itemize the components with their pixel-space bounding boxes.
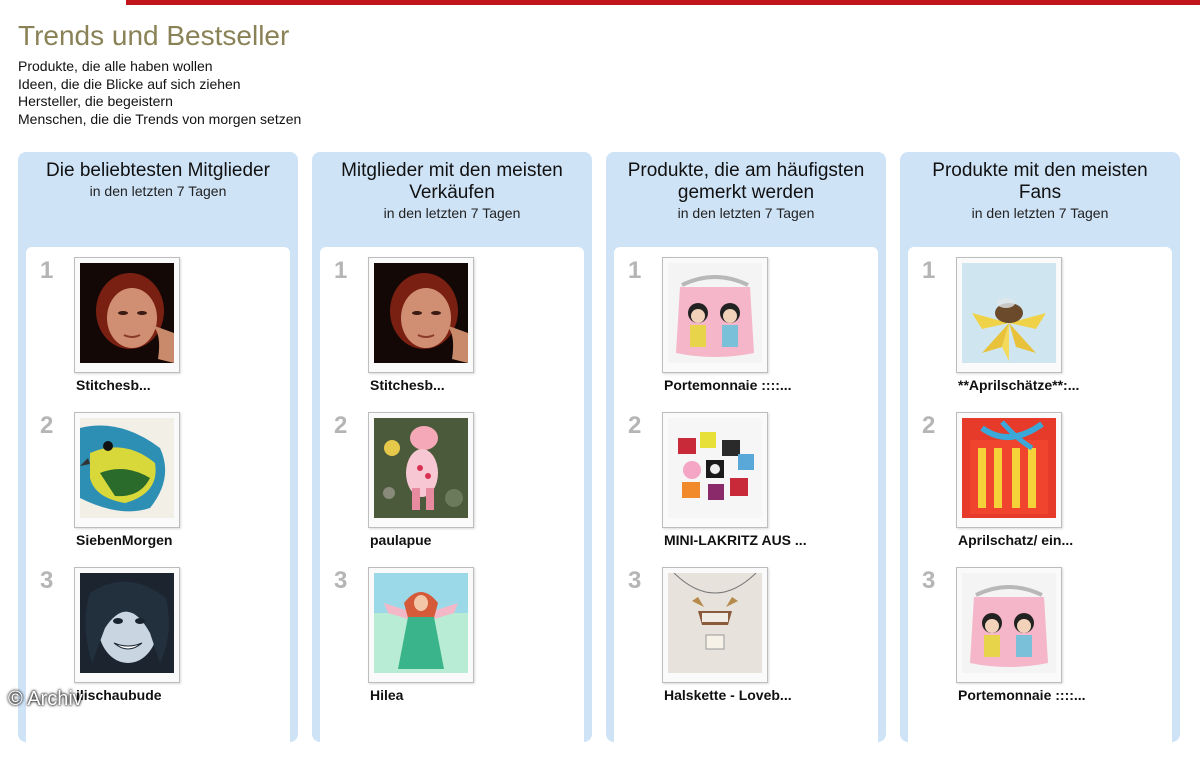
column-header: Produkte, die am häufigsten gemerkt werd… [606, 152, 886, 222]
list-item: 3 Portemonnaie ::::... [908, 557, 1172, 712]
list-item: 2 SiebenMorgen [26, 402, 290, 557]
product-thumbnail[interactable] [662, 257, 768, 373]
column-most-fans: Produkte mit den meisten Fans in den let… [900, 152, 1180, 767]
product-thumbnail[interactable] [662, 567, 768, 683]
member-avatar-thumbnail[interactable] [74, 412, 180, 528]
member-name-link[interactable]: Hilea [370, 687, 403, 703]
portrait-image [80, 573, 174, 673]
column-header: Produkte mit den meisten Fans in den let… [900, 152, 1180, 222]
tagline: Hersteller, die begeistern [18, 93, 173, 109]
column-list: 1 Stitchesb... 2 [320, 247, 584, 767]
member-avatar-thumbnail[interactable] [74, 257, 180, 373]
product-thumbnail[interactable] [956, 257, 1062, 373]
list-item: 1 **Aprilschätze**:... [908, 247, 1172, 402]
column-title: Produkte, die am häufigsten gemerkt werd… [627, 160, 865, 203]
rank-number: 3 [334, 567, 348, 594]
top-accent-bar [0, 0, 1200, 5]
rank-number: 1 [40, 257, 54, 284]
column-subtitle: in den letzten 7 Tagen [89, 183, 227, 199]
product-name-link[interactable]: MINI-LAKRITZ AUS ... [664, 532, 807, 548]
column-subtitle: in den letzten 7 Tagen [383, 205, 521, 221]
column-subtitle: in den letzten 7 Tagen [971, 205, 1109, 221]
list-item: 1 Stitchesb... [26, 247, 290, 402]
column-subtitle: in den letzten 7 Tagen [677, 205, 815, 221]
column-title: Produkte mit den meisten Fans [932, 160, 1148, 203]
product-thumbnail[interactable] [956, 412, 1062, 528]
tagline: Menschen, die die Trends von morgen setz… [18, 110, 302, 127]
portrait-image [80, 263, 174, 363]
rank-number: 1 [628, 257, 642, 284]
member-avatar-thumbnail[interactable] [368, 412, 474, 528]
necklace-image [668, 573, 762, 673]
column-title: Die beliebtesten Mitglieder [46, 160, 270, 181]
rank-number: 3 [628, 567, 642, 594]
portrait-image [374, 263, 468, 363]
purse-image [668, 263, 762, 363]
copyright-watermark: © Archiv [8, 688, 83, 710]
column-title: Mitglieder mit den meisten Verkäufen [341, 160, 563, 203]
list-item: 3 Hilea [320, 557, 584, 712]
rank-number: 2 [40, 412, 54, 439]
page-title: Trends und Bestseller [18, 20, 290, 51]
member-avatar-thumbnail[interactable] [368, 567, 474, 683]
product-name-link[interactable]: Aprilschatz/ ein... [958, 532, 1073, 548]
product-name-link[interactable]: Portemonnaie ::::... [958, 687, 1086, 703]
product-name-link[interactable]: **Aprilschätze**:... [958, 377, 1079, 393]
rank-number: 2 [922, 412, 936, 439]
rank-number: 3 [922, 567, 936, 594]
list-item: 2 Aprilschatz/ ein... [908, 402, 1172, 557]
gift-package-image [962, 418, 1056, 518]
member-name-link[interactable]: SiebenMorgen [76, 532, 172, 548]
plush-doll-image [374, 418, 468, 518]
tagline: Produkte, die alle haben wollen [18, 58, 213, 74]
angel-painting-image [374, 573, 468, 673]
column-top-sellers: Mitglieder mit den meisten Verkäufen in … [312, 152, 592, 767]
product-name-link[interactable]: Halskette - Loveb... [664, 687, 792, 703]
page-header: Trends und Bestseller Produkte, die alle… [18, 20, 301, 128]
rank-number: 1 [334, 257, 348, 284]
member-avatar-thumbnail[interactable] [368, 257, 474, 373]
list-item: 2 paulapue [320, 402, 584, 557]
rank-number: 1 [922, 257, 936, 284]
top-bar-tab[interactable] [0, 0, 126, 5]
licorice-candy-image [668, 418, 762, 518]
tagline: Ideen, die die Blicke auf sich ziehen [18, 75, 241, 92]
column-popular-members: Die beliebtesten Mitglieder in den letzt… [18, 152, 298, 767]
list-item: 2 MINI-LAKRITZ AUS ... [614, 402, 878, 557]
column-header: Die beliebtesten Mitglieder in den letzt… [18, 152, 298, 200]
list-item: 1 Portemonnaie ::::... [614, 247, 878, 402]
rank-number: 2 [334, 412, 348, 439]
column-list: 1 **Aprilschätze**:... 2 Aprilschatz/ ei… [908, 247, 1172, 767]
trend-columns: Die beliebtesten Mitglieder in den letzt… [18, 152, 1188, 767]
rank-number: 2 [628, 412, 642, 439]
product-name-link[interactable]: Portemonnaie ::::... [664, 377, 792, 393]
product-thumbnail[interactable] [956, 567, 1062, 683]
member-name-link[interactable]: paulapue [370, 532, 431, 548]
column-list: 1 Portemonnaie ::::... 2 MINI-LAKRITZ AU… [614, 247, 878, 767]
column-header: Mitglieder mit den meisten Verkäufen in … [312, 152, 592, 222]
list-item: 1 Stitchesb... [320, 247, 584, 402]
purse-image [962, 573, 1056, 673]
member-name-link[interactable]: ilischaubude [76, 687, 162, 703]
member-avatar-thumbnail[interactable] [74, 567, 180, 683]
member-name-link[interactable]: Stitchesb... [76, 377, 151, 393]
member-name-link[interactable]: Stitchesb... [370, 377, 445, 393]
product-thumbnail[interactable] [662, 412, 768, 528]
list-item: 3 Halskette - Loveb... [614, 557, 878, 712]
column-most-bookmarked: Produkte, die am häufigsten gemerkt werd… [606, 152, 886, 767]
bird-painting-image [80, 418, 174, 518]
flower-bee-image [962, 263, 1056, 363]
rank-number: 3 [40, 567, 54, 594]
